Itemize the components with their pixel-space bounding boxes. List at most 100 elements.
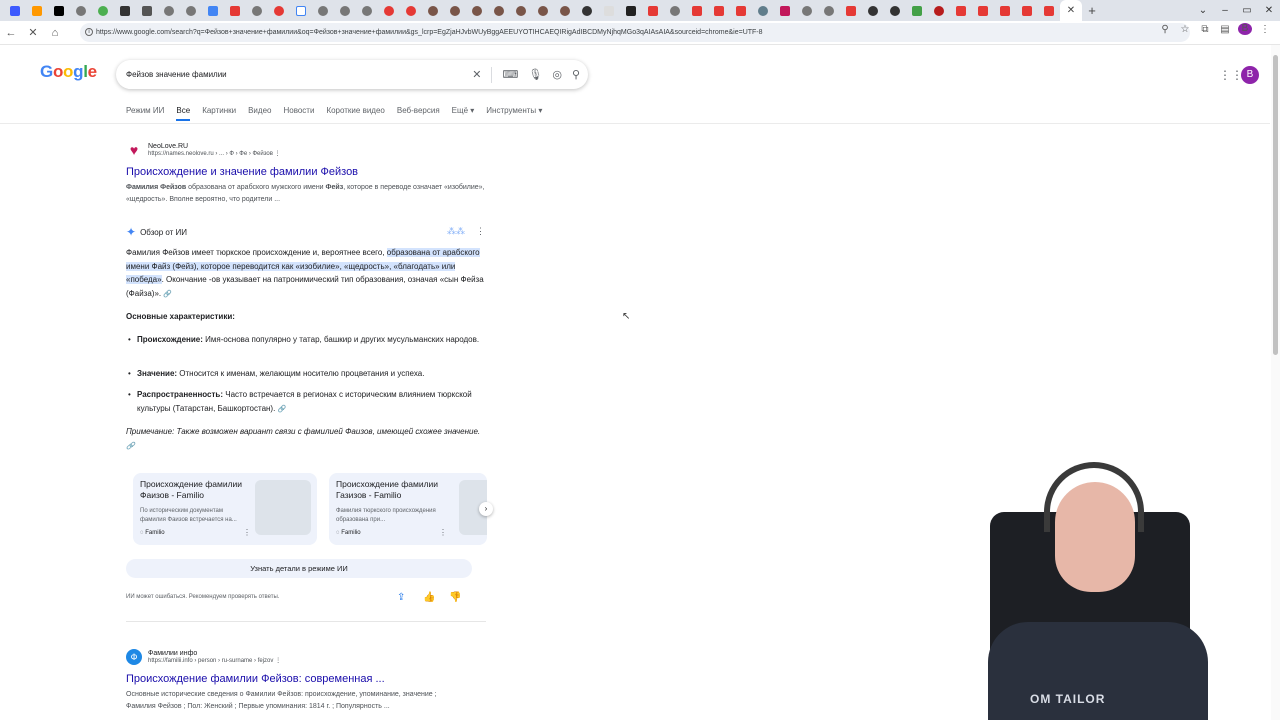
tab[interactable]: [400, 0, 422, 21]
tab[interactable]: [642, 0, 664, 21]
window-close-icon[interactable]: ✕: [1258, 0, 1280, 21]
tab[interactable]: [356, 0, 378, 21]
clear-icon[interactable]: ✕: [472, 68, 481, 81]
microphone-icon[interactable]: 🎙: [528, 68, 542, 81]
dropdown-icon[interactable]: ⌄: [1192, 0, 1214, 21]
more-options-icon[interactable]: ⋮: [476, 226, 485, 237]
tab[interactable]: [114, 0, 136, 21]
search-input[interactable]: Фейзов значение фамилии: [126, 70, 227, 79]
scroll-thumb[interactable]: [1273, 55, 1278, 355]
tab[interactable]: [312, 0, 334, 21]
tab[interactable]: [510, 0, 532, 21]
more-options-icon[interactable]: ⋮: [275, 658, 281, 664]
tab[interactable]: [840, 0, 862, 21]
tab[interactable]: [1016, 0, 1038, 21]
tab[interactable]: [576, 0, 598, 21]
tab[interactable]: [202, 0, 224, 21]
tab-tools[interactable]: Инструменты ▾: [486, 106, 542, 115]
more-options-icon[interactable]: ⋮: [439, 528, 447, 537]
link-icon[interactable]: 🔗: [278, 406, 287, 413]
bookmark-star-icon[interactable]: ☆: [1178, 24, 1192, 35]
tab[interactable]: [774, 0, 796, 21]
tab[interactable]: [4, 0, 26, 21]
tab[interactable]: [554, 0, 576, 21]
tab-more[interactable]: Ещё ▾: [452, 106, 475, 115]
back-icon[interactable]: ←: [0, 27, 22, 39]
tab[interactable]: [994, 0, 1016, 21]
tab[interactable]: [972, 0, 994, 21]
tab[interactable]: [488, 0, 510, 21]
close-tab-icon[interactable]: ✕: [1067, 5, 1075, 16]
tab[interactable]: [730, 0, 752, 21]
tab[interactable]: [796, 0, 818, 21]
link-icon[interactable]: 🔗: [126, 443, 135, 450]
tab[interactable]: [48, 0, 70, 21]
reload-stop-icon[interactable]: ✕: [22, 26, 44, 39]
tab-news[interactable]: Новости: [283, 106, 314, 115]
google-logo[interactable]: Google: [40, 62, 97, 82]
tab[interactable]: [422, 0, 444, 21]
tab-web[interactable]: Веб-версия: [397, 106, 440, 115]
tab[interactable]: [92, 0, 114, 21]
tab-images[interactable]: Картинки: [202, 106, 236, 115]
profile-avatar[interactable]: B: [1238, 23, 1252, 35]
sidepanel-icon[interactable]: ▤: [1218, 24, 1232, 35]
lens-icon[interactable]: ◎: [552, 68, 562, 81]
tab[interactable]: [1038, 0, 1060, 21]
site-info-icon[interactable]: i: [85, 28, 93, 36]
thumbs-down-icon[interactable]: 👎: [449, 592, 461, 603]
tab[interactable]: [290, 0, 312, 21]
more-options-icon[interactable]: ⋮: [275, 151, 281, 157]
ai-waveform-icon[interactable]: ⁂⁂: [447, 226, 465, 237]
tab[interactable]: [708, 0, 730, 21]
tab[interactable]: [620, 0, 642, 21]
tab[interactable]: [136, 0, 158, 21]
user-avatar[interactable]: B: [1241, 66, 1259, 84]
tab[interactable]: [180, 0, 202, 21]
zoom-icon[interactable]: ⚲: [1158, 24, 1172, 35]
search-box[interactable]: Фейзов значение фамилии ✕ ⌨ 🎙 ◎ ⚲: [116, 60, 588, 89]
tab[interactable]: [268, 0, 290, 21]
tab[interactable]: [598, 0, 620, 21]
tab[interactable]: [950, 0, 972, 21]
more-options-icon[interactable]: ⋮: [243, 528, 251, 537]
tab[interactable]: [664, 0, 686, 21]
tab-video[interactable]: Видео: [248, 106, 271, 115]
menu-icon[interactable]: ⋮: [1258, 24, 1272, 35]
tab[interactable]: [70, 0, 92, 21]
result-source[interactable]: Ф Фамилии инфо https://familii.info › pe…: [126, 649, 281, 665]
tab[interactable]: [158, 0, 180, 21]
page-scrollbar[interactable]: [1271, 45, 1280, 720]
tab-short-videos[interactable]: Короткие видео: [326, 106, 384, 115]
share-icon[interactable]: ⇪: [397, 592, 405, 603]
tab[interactable]: [686, 0, 708, 21]
tab-active[interactable]: ✕: [1060, 0, 1082, 21]
tab[interactable]: [224, 0, 246, 21]
result-title-link[interactable]: Происхождение и значение фамилии Фейзов: [126, 166, 358, 178]
tab-ai-mode[interactable]: Режим ИИ: [126, 106, 164, 115]
search-icon[interactable]: ⚲: [572, 68, 580, 81]
tab[interactable]: [532, 0, 554, 21]
minimize-icon[interactable]: –: [1214, 0, 1236, 21]
tab-all[interactable]: Все: [176, 106, 190, 121]
source-card[interactable]: Происхождение фамилии Фаизов - Familio П…: [133, 473, 317, 545]
tab[interactable]: [246, 0, 268, 21]
result-title-link[interactable]: Происхождение фамилии Фейзов: современна…: [126, 673, 385, 685]
result-source[interactable]: ♥ NeoLove.RU https://names.neolove.ru › …: [126, 142, 281, 158]
tab[interactable]: [928, 0, 950, 21]
extensions-icon[interactable]: ⧉: [1198, 24, 1212, 35]
tab[interactable]: [26, 0, 48, 21]
maximize-icon[interactable]: ▭: [1236, 0, 1258, 21]
address-bar[interactable]: i https://www.google.com/search?q=Фейзов…: [80, 23, 1190, 42]
tab[interactable]: [466, 0, 488, 21]
next-arrow-icon[interactable]: ›: [479, 502, 493, 516]
link-icon[interactable]: 🔗: [163, 291, 172, 298]
new-tab-button[interactable]: +: [1082, 3, 1102, 18]
keyboard-icon[interactable]: ⌨: [502, 68, 518, 81]
home-icon[interactable]: ⌂: [44, 27, 66, 39]
tab[interactable]: [906, 0, 928, 21]
tab[interactable]: [378, 0, 400, 21]
tab[interactable]: [818, 0, 840, 21]
tab[interactable]: [334, 0, 356, 21]
tab[interactable]: [862, 0, 884, 21]
